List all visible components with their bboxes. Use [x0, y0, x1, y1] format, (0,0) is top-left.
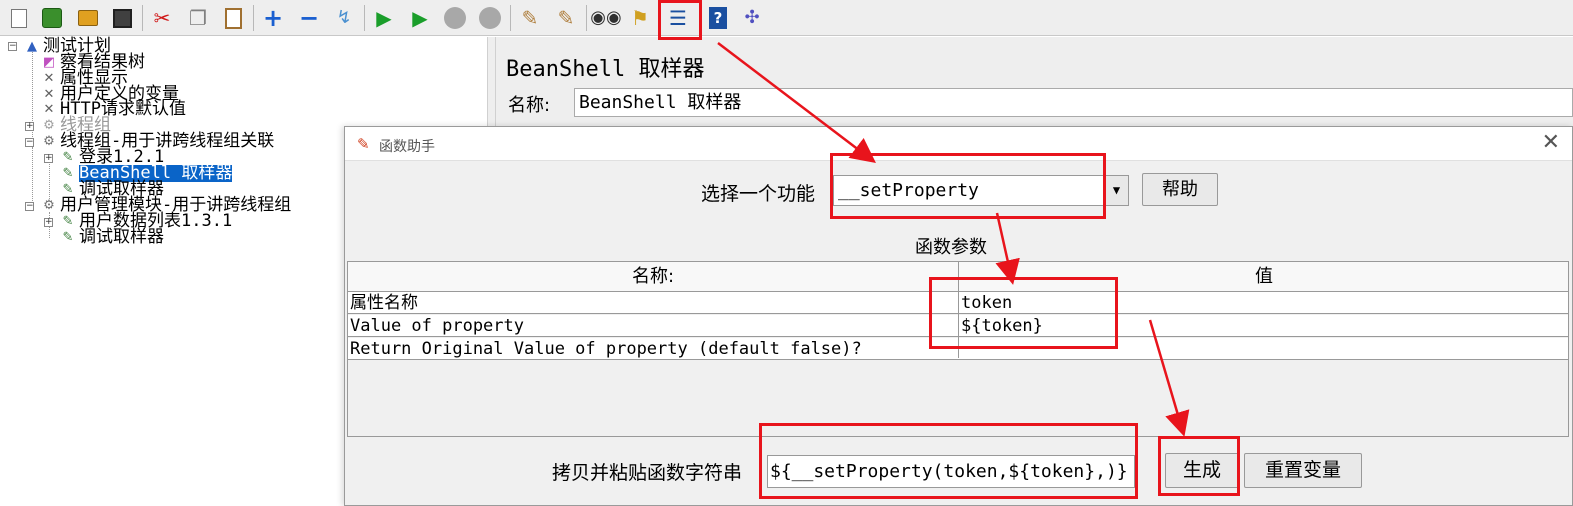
arrow-to-select: [717, 42, 876, 164]
annotation-arrows: [717, 42, 1190, 437]
arrow-to-params: [995, 212, 1020, 285]
arrow-to-generate: [1148, 319, 1190, 437]
